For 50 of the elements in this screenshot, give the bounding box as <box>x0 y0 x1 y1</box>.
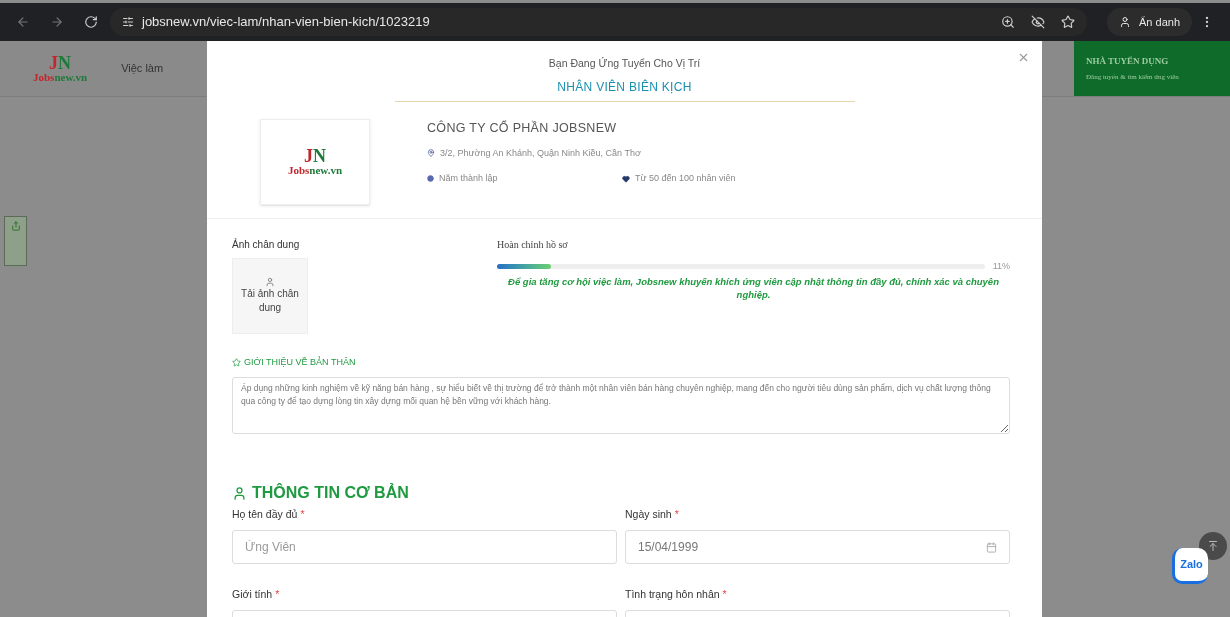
field-label: Giới tính <box>232 587 273 602</box>
incognito-button[interactable]: Ẩn danh <box>1107 8 1192 36</box>
heart-icon <box>622 174 630 183</box>
forward-icon[interactable] <box>50 15 64 29</box>
incognito-icon <box>1119 16 1131 28</box>
company-address: 3/2, Phường An Khánh, Quận Ninh Kiều, Cần Thơ <box>440 146 641 160</box>
company-size: Từ 50 đến 100 nhân viên <box>635 172 736 185</box>
company-name: CÔNG TY CỔ PHẦN JOBSNEW <box>427 119 618 137</box>
site-settings-icon[interactable] <box>122 16 134 28</box>
progress-label: Hoàn chỉnh hồ sơ <box>497 237 569 252</box>
field-label: Ngày sinh <box>625 507 672 523</box>
arrow-up-icon <box>1207 540 1219 552</box>
founded-label: Năm thành lập <box>439 172 498 185</box>
calendar-icon <box>986 541 997 553</box>
url-text: jobsnew.vn/viec-lam/nhan-vien-bien-kich/1023219 <box>142 13 430 32</box>
name-input-field[interactable]: Ứng Viên <box>232 530 617 564</box>
portrait-upload-button[interactable]: Tải ảnh chân dung <box>232 257 308 334</box>
nav-link[interactable]: Việc làm <box>121 60 164 77</box>
user-icon <box>232 485 247 501</box>
dot-icon <box>427 175 434 183</box>
required-asterisk: * <box>300 507 305 523</box>
site-logo: JN Jobsnew.vn <box>33 54 88 83</box>
company-logo: JN Jobsnew.vn <box>287 147 343 177</box>
back-icon[interactable] <box>16 15 30 29</box>
field-label: Họ tên đầy đủ <box>232 507 298 523</box>
intro-text-area[interactable]: Áp dụng những kinh nghiệm về kỹ năng bán hàng , sự hiểu biết về thị trường để trở thành một nhân viên bán hàng chuyên nghiệp, mang đến cho người tiêu dùng sản phẩm, dịch vụ chất lượng thông qua công ty để tạo dựng lòng tin xây dựng mối quan hệ bền vững với khách hàng. <box>232 377 1010 435</box>
bookmark-star-icon[interactable] <box>1061 15 1075 29</box>
close-button[interactable] <box>1017 51 1030 64</box>
portrait-label: Ảnh chân dung <box>232 237 301 252</box>
intro-heading: GIỚI THIỆU VỀ BẢN THÂN <box>244 355 356 369</box>
zoom-icon[interactable] <box>1001 15 1015 29</box>
field-label: Tình trạng hôn nhân <box>625 587 720 602</box>
reload-icon[interactable] <box>84 15 98 29</box>
scroll-top-button[interactable] <box>1199 532 1227 560</box>
required-asterisk: * <box>722 587 727 602</box>
date-input-field[interactable]: 15/04/1999 <box>625 530 1010 564</box>
required-asterisk: * <box>674 507 679 523</box>
section-heading: THÔNG TIN CƠ BẢN <box>252 482 409 504</box>
eye-off-icon[interactable] <box>1031 15 1045 29</box>
progress-hint: Để gia tăng cơ hội việc làm, Jobsnew khuyến khích ứng viên cập nhật thông tin đầy đủ, chính xác và chuyên nghiệp. <box>507 275 1000 302</box>
star-icon <box>232 358 241 367</box>
location-pin-icon <box>427 149 435 158</box>
modal-subtitle: Bạn Đang Ứng Tuyển Cho Vị Trí <box>548 56 701 71</box>
address-bar[interactable]: jobsnew.vn/viec-lam/nhan-vien-bien-kich/1023219 <box>110 8 1087 36</box>
zalo-chat-button[interactable]: Zalo <box>1172 548 1208 584</box>
position-title: NHÂN VIÊN BIÊN KỊCH <box>557 78 692 96</box>
user-icon <box>265 276 275 287</box>
progress-reading: 11% <box>992 259 1010 273</box>
required-asterisk: * <box>275 587 280 602</box>
share-icon <box>10 221 21 231</box>
